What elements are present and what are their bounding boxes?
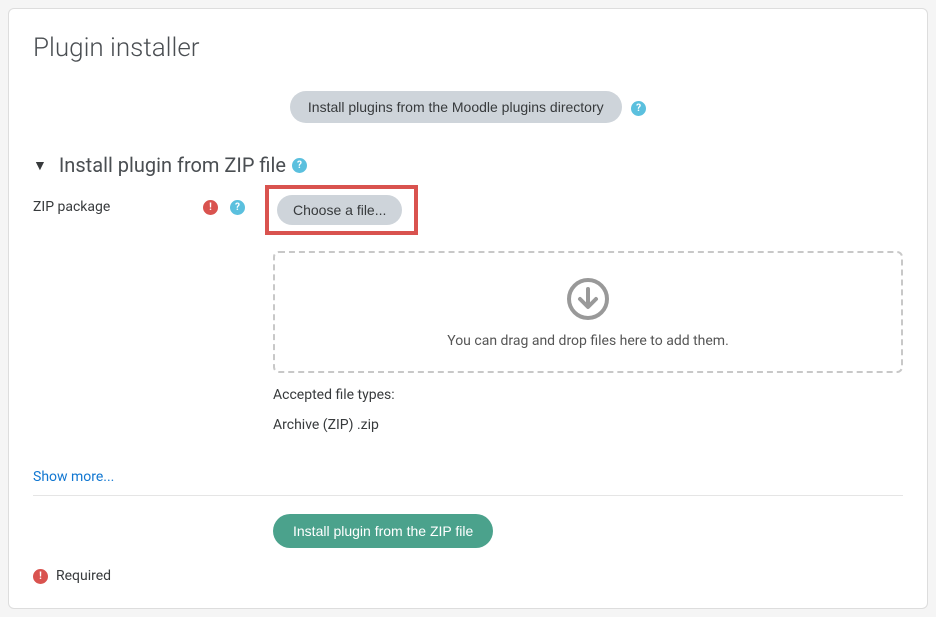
accepted-types-label: Accepted file types:: [273, 387, 903, 403]
label-column: ZIP package ! ?: [33, 193, 253, 215]
chevron-down-icon: ▼: [33, 157, 47, 174]
zip-package-row: ZIP package ! ? Choose a file... You can…: [33, 193, 903, 433]
help-icon[interactable]: ?: [292, 158, 307, 173]
download-arrow-icon: [566, 277, 610, 321]
divider: [33, 495, 903, 496]
help-icon[interactable]: ?: [230, 200, 245, 215]
highlight-annotation: Choose a file...: [265, 185, 418, 235]
submit-row: Install plugin from the ZIP file: [33, 514, 903, 548]
directory-row: Install plugins from the Moodle plugins …: [33, 91, 903, 123]
section-title: Install plugin from ZIP file: [59, 153, 286, 177]
plugin-installer-card: Plugin installer Install plugins from th…: [8, 8, 928, 609]
section-header[interactable]: ▼ Install plugin from ZIP file ?: [33, 153, 903, 177]
required-icon: !: [33, 569, 48, 584]
accepted-types-value: Archive (ZIP) .zip: [273, 417, 903, 433]
choose-file-button[interactable]: Choose a file...: [277, 195, 402, 225]
page-title: Plugin installer: [33, 33, 903, 63]
required-legend: ! Required: [33, 568, 903, 584]
dropzone-text: You can drag and drop files here to add …: [295, 333, 881, 349]
help-icon[interactable]: ?: [631, 101, 646, 116]
field-column: Choose a file... You can drag and drop f…: [253, 193, 903, 433]
install-from-zip-button[interactable]: Install plugin from the ZIP file: [273, 514, 493, 548]
show-more-link[interactable]: Show more...: [33, 469, 114, 485]
required-icon: !: [203, 200, 218, 215]
required-label: Required: [56, 568, 111, 584]
install-from-directory-button[interactable]: Install plugins from the Moodle plugins …: [290, 91, 622, 123]
zip-package-label: ZIP package: [33, 199, 203, 215]
file-dropzone[interactable]: You can drag and drop files here to add …: [273, 251, 903, 373]
